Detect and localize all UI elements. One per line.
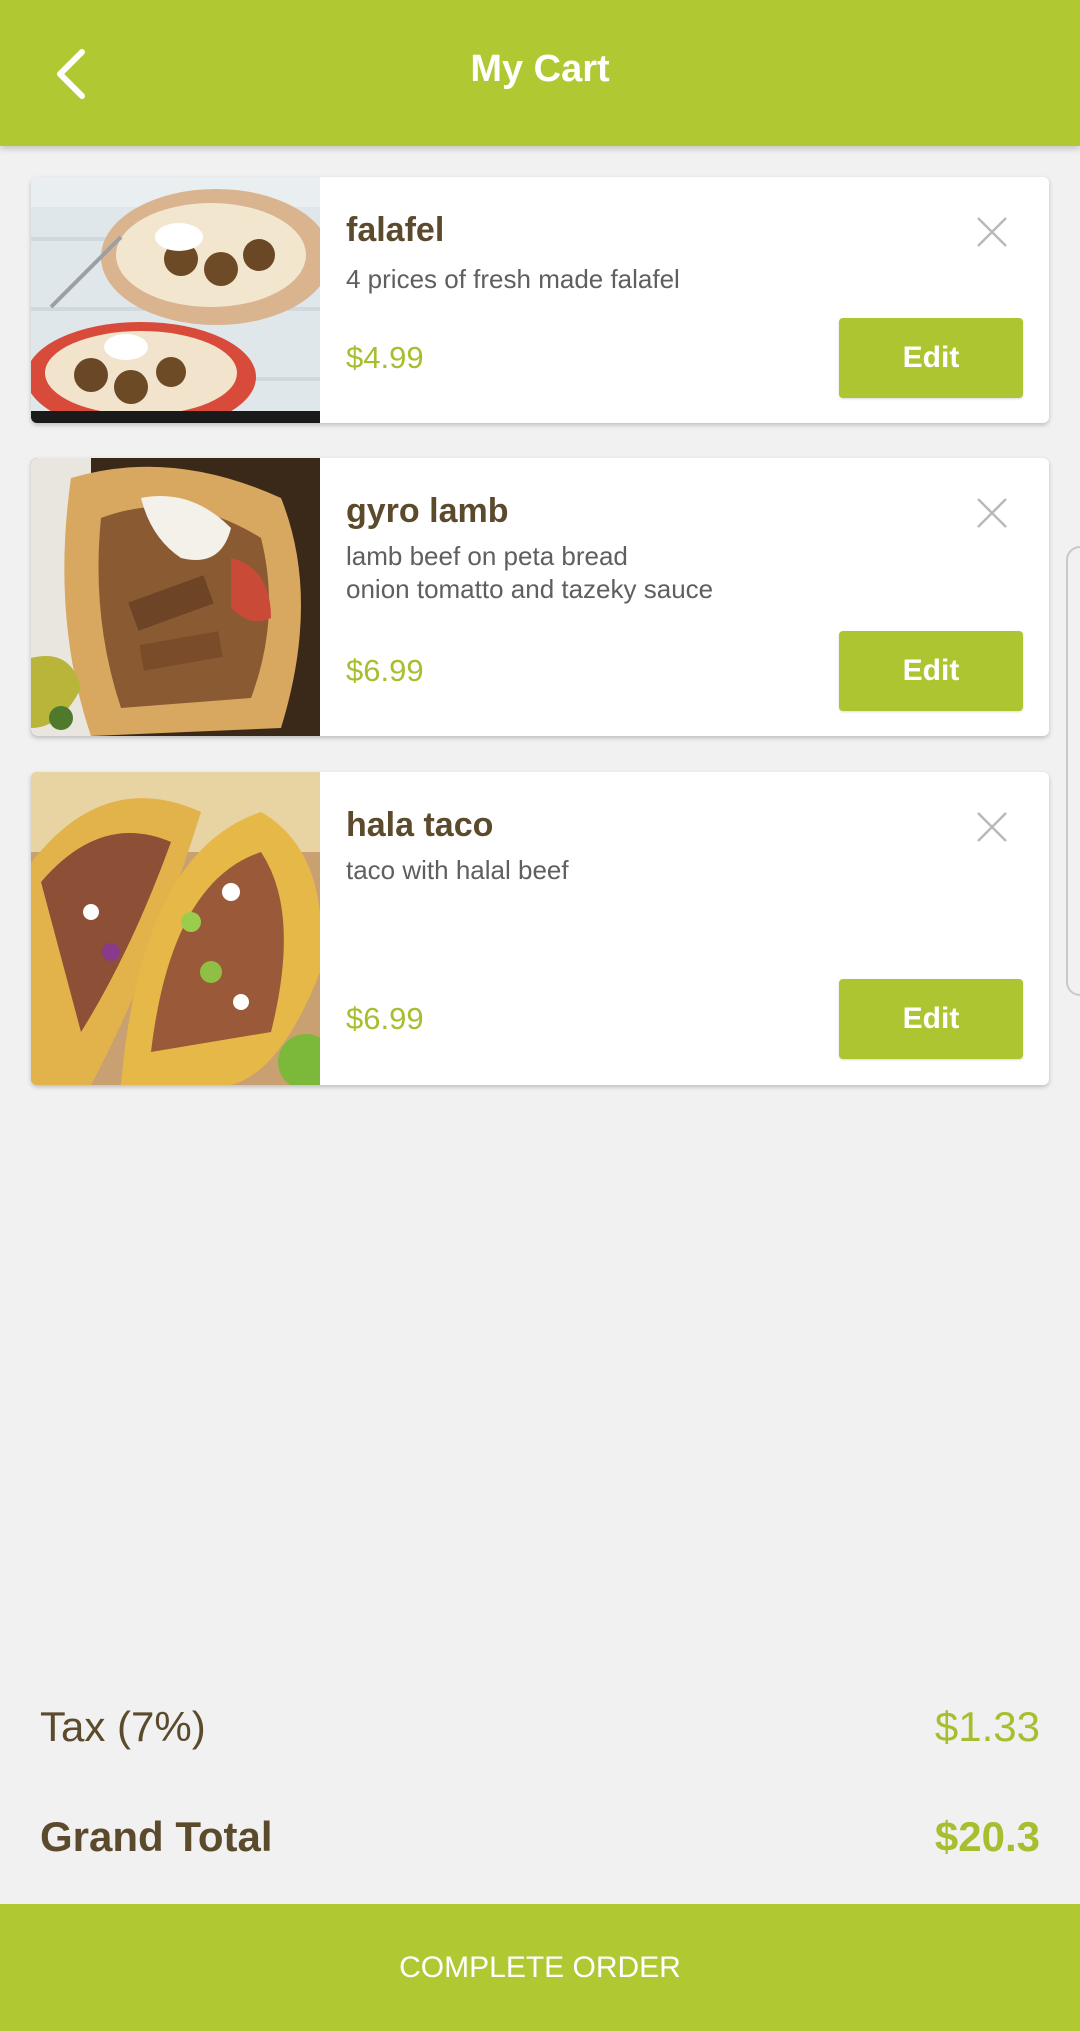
complete-order-button[interactable]: COMPLETE ORDER bbox=[0, 1904, 1080, 2031]
page-title: My Cart bbox=[470, 48, 610, 90]
gyro-image bbox=[31, 458, 320, 736]
edge-panel-handle[interactable] bbox=[1066, 546, 1080, 996]
item-description: lamb beef on peta bread onion tomatto an… bbox=[346, 541, 714, 604]
remove-item-button[interactable] bbox=[975, 496, 1009, 530]
item-price: $6.99 bbox=[346, 653, 424, 688]
cart-item: gyro lamb lamb beef on peta bread onion … bbox=[31, 458, 1049, 736]
item-name: falafel bbox=[346, 211, 445, 249]
edit-button[interactable]: Edit bbox=[839, 631, 1023, 711]
item-description: 4 prices of fresh made falafel bbox=[346, 264, 680, 294]
item-price: $4.99 bbox=[346, 340, 424, 375]
grand-total-value: $20.3 bbox=[934, 1813, 1040, 1860]
tax-label: Tax (7%) bbox=[40, 1703, 206, 1750]
item-price: $6.99 bbox=[346, 1001, 424, 1036]
item-description: taco with halal beef bbox=[346, 855, 569, 885]
edit-button[interactable]: Edit bbox=[839, 318, 1023, 398]
close-icon bbox=[977, 217, 1007, 247]
tax-value: $1.33 bbox=[934, 1703, 1040, 1750]
grand-total-label: Grand Total bbox=[40, 1813, 273, 1860]
item-name: hala taco bbox=[346, 806, 494, 844]
app-header: My Cart bbox=[0, 0, 1080, 146]
remove-item-button[interactable] bbox=[975, 810, 1009, 844]
item-name: gyro lamb bbox=[346, 492, 509, 530]
close-icon bbox=[977, 812, 1007, 842]
remove-item-button[interactable] bbox=[975, 215, 1009, 249]
cart-item: falafel 4 prices of fresh made falafel $… bbox=[31, 177, 1049, 423]
edit-button[interactable]: Edit bbox=[839, 979, 1023, 1059]
falafel-image bbox=[31, 177, 320, 423]
close-icon bbox=[977, 498, 1007, 528]
cart-item: hala taco taco with halal beef $6.99 Edi… bbox=[31, 772, 1049, 1085]
taco-image bbox=[31, 772, 320, 1085]
